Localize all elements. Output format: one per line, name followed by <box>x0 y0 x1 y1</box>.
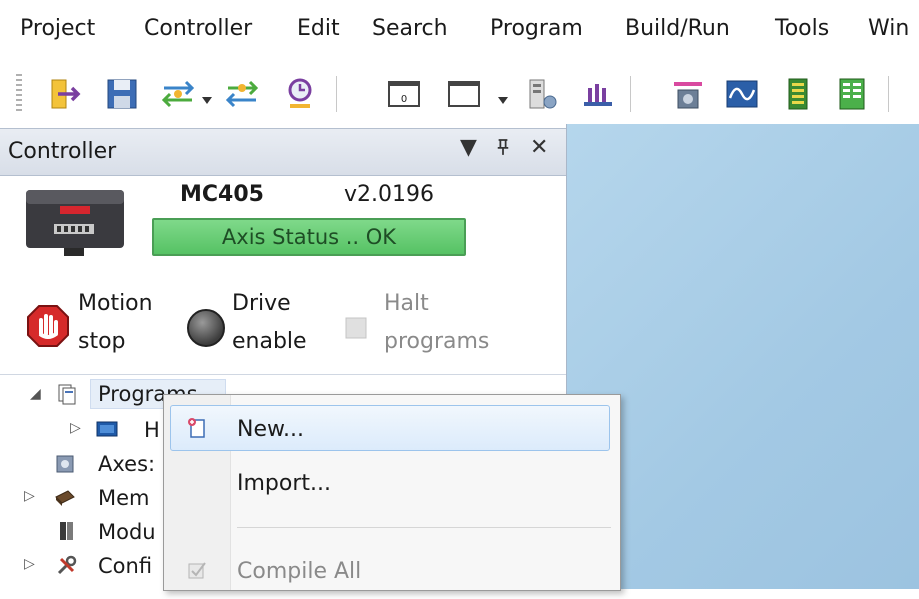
program-file-icon <box>96 419 118 441</box>
drive-enable-label-1[interactable]: Drive <box>232 290 291 318</box>
close-panel-icon[interactable]: ✕ <box>530 135 548 160</box>
tree-label: Confi <box>98 554 153 578</box>
connect-icon[interactable] <box>160 76 196 112</box>
expand-icon[interactable]: ▷ <box>24 556 35 572</box>
controller-model: MC405 <box>180 182 264 207</box>
new-window-icon[interactable] <box>446 76 482 112</box>
menu-item-import[interactable]: Import... <box>164 459 620 511</box>
compile-icon <box>186 559 208 587</box>
menu-bar: Project Controller Edit Search Program B… <box>0 0 919 62</box>
expand-icon[interactable]: ▷ <box>24 488 35 504</box>
modules-icon <box>56 520 78 542</box>
menu-item-label: New... <box>237 417 304 442</box>
save-icon[interactable] <box>104 76 140 112</box>
disconnect-icon[interactable] <box>224 76 260 112</box>
panel-dropdown-icon[interactable]: ▼ <box>460 135 477 160</box>
halt-programs-icon <box>342 314 370 346</box>
halt-programs-label-2: programs <box>384 329 490 354</box>
halt-programs-label-1: Halt <box>384 291 429 316</box>
controller-device-icon <box>24 184 126 258</box>
toolbar-grip[interactable] <box>16 74 22 114</box>
motion-stop-label-2[interactable]: stop <box>78 328 126 356</box>
menu-item-label: Compile All <box>237 559 362 584</box>
terminal-window-icon[interactable]: 0 <box>386 76 422 112</box>
motion-stop-label-1[interactable]: Motion <box>78 290 153 318</box>
oscilloscope-icon[interactable] <box>724 76 760 112</box>
menu-window[interactable]: Win <box>868 16 909 41</box>
tree-label: Mem <box>98 486 150 510</box>
menu-item-label: Import... <box>237 471 331 496</box>
menu-edit[interactable]: Edit <box>297 16 340 41</box>
tree-label: H <box>144 418 160 442</box>
panel-title: Controller <box>8 139 117 164</box>
connect-dropdown-icon[interactable] <box>202 90 212 104</box>
tools-icon <box>56 554 78 576</box>
new-file-icon <box>186 417 208 445</box>
motion-stop-icon[interactable] <box>26 304 70 352</box>
vr-viewer-icon[interactable] <box>834 76 870 112</box>
axis-icon[interactable] <box>670 76 706 112</box>
menu-controller[interactable]: Controller <box>144 16 252 41</box>
toolbar-separator <box>630 76 631 112</box>
axes-icon <box>54 453 76 475</box>
menu-item-highlight <box>170 405 610 451</box>
panel-header: Controller ▼ ✕ <box>0 128 566 176</box>
toolbar-separator <box>336 76 337 112</box>
toolbar-separator <box>888 76 889 112</box>
drive-enable-icon[interactable] <box>186 308 226 352</box>
menu-build-run[interactable]: Build/Run <box>625 16 730 41</box>
open-project-icon[interactable] <box>48 76 84 112</box>
memory-icon <box>54 487 76 509</box>
menu-program[interactable]: Program <box>490 16 583 41</box>
reconnect-icon[interactable] <box>282 76 318 112</box>
axis-parameters-icon[interactable] <box>524 76 560 112</box>
table-viewer-icon[interactable] <box>780 76 816 112</box>
controller-version: v2.0196 <box>344 182 434 207</box>
menu-separator <box>237 527 611 528</box>
programs-folder-icon <box>56 383 78 405</box>
menu-search[interactable]: Search <box>372 16 448 41</box>
toolbar: 0 <box>0 62 919 124</box>
drive-enable-label-2[interactable]: enable <box>232 328 307 356</box>
menu-tools[interactable]: Tools <box>775 16 829 41</box>
tree-label: Axes: <box>98 452 156 476</box>
menu-project[interactable]: Project <box>20 16 95 41</box>
svg-text:0: 0 <box>401 94 407 105</box>
window-dropdown-icon[interactable] <box>498 90 508 104</box>
menu-item-compile-all: Compile All <box>164 547 620 599</box>
expand-icon[interactable]: ▷ <box>70 420 81 436</box>
tree-label: Modu <box>98 520 156 544</box>
menu-item-new[interactable]: New... <box>164 399 620 451</box>
programs-context-menu: New... Import... Compile All <box>163 394 621 591</box>
collapse-icon[interactable]: ◢ <box>30 386 41 402</box>
io-status-icon[interactable] <box>580 76 616 112</box>
axis-status-indicator[interactable]: Axis Status .. OK <box>152 218 466 256</box>
pin-icon[interactable] <box>496 137 510 162</box>
